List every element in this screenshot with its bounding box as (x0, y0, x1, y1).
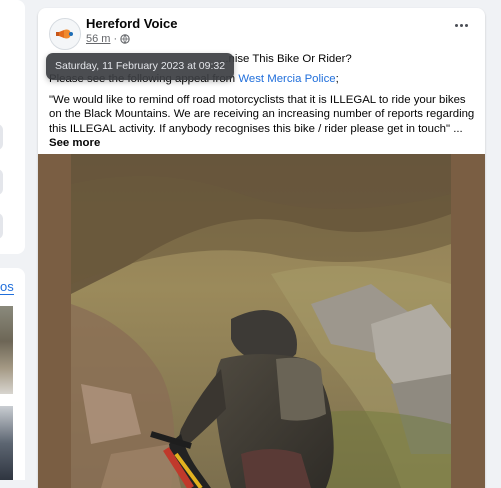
hereford-voice-logo-icon (50, 19, 80, 49)
photo-thumbnail[interactable] (0, 306, 13, 394)
left-card (0, 0, 25, 254)
page-avatar[interactable] (49, 18, 81, 50)
post-author[interactable]: Hereford Voice (86, 16, 178, 31)
post-card: Hereford Voice 56 m · ...nise This Bike … (38, 8, 485, 488)
post-timestamp[interactable]: 56 m (86, 33, 110, 45)
quote-text: "We would like to remind off road motorc… (49, 93, 475, 135)
more-options-icon[interactable] (454, 22, 468, 28)
globe-icon (120, 34, 130, 44)
left-menu-item[interactable] (0, 124, 3, 150)
meta-separator: · (113, 33, 118, 45)
photo-icon[interactable] (71, 154, 451, 488)
left-sidebar: os (0, 0, 26, 480)
see-more-button[interactable]: See more (49, 137, 100, 149)
see-all-photos-link[interactable]: os (0, 279, 14, 295)
left-menu-item[interactable] (0, 213, 3, 239)
timestamp-tooltip: Saturday, 11 February 2023 at 09:32 (46, 53, 235, 80)
post-media[interactable] (38, 154, 485, 488)
appeal-suffix: ; (335, 73, 339, 86)
photo-thumbnail[interactable] (0, 406, 13, 480)
post-meta: 56 m · (86, 33, 130, 45)
quote-paragraph: "We would like to remind off road motorc… (49, 93, 477, 151)
left-menu-item[interactable] (0, 169, 3, 195)
west-mercia-police-link[interactable]: West Mercia Police (238, 73, 335, 85)
post-title: ...nise This Bike Or Rider? (219, 53, 352, 65)
